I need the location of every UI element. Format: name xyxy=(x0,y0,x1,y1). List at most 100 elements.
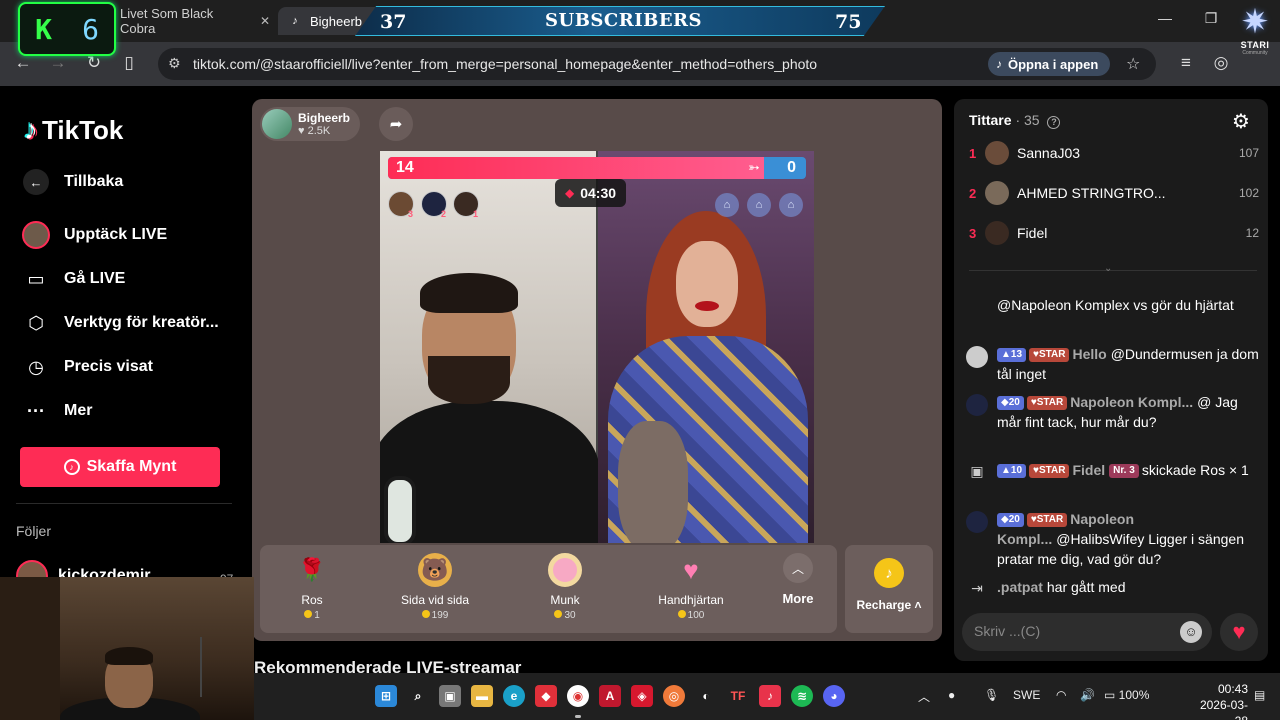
clock-date: 2026-03-28 xyxy=(1199,698,1248,720)
gift-price-value: 30 xyxy=(564,610,576,621)
search-icon[interactable]: ⌕ xyxy=(407,685,429,707)
info-icon[interactable]: ? xyxy=(1047,116,1061,129)
settings-gear-icon[interactable]: ⚙ xyxy=(1232,109,1250,134)
close-icon[interactable]: ✕ xyxy=(260,14,270,28)
bookmark-star-icon[interactable]: ☆ xyxy=(1126,54,1140,74)
divider xyxy=(16,503,232,504)
discord-icon[interactable]: ◕ xyxy=(823,685,845,707)
wifi-icon[interactable]: ◠ xyxy=(1056,688,1066,702)
back-link[interactable]: ← Tillbaka xyxy=(22,168,123,196)
notification-icon[interactable]: ▤ xyxy=(1254,688,1265,702)
file-explorer-icon[interactable]: ▬ xyxy=(471,685,493,707)
forward-arrow-icon[interactable]: → xyxy=(47,53,69,73)
share-button[interactable]: ➦ xyxy=(379,107,413,141)
rank-badge: Nr. 3 xyxy=(1109,464,1139,478)
recharge-text: Recharge xyxy=(856,598,912,612)
app-orange-icon[interactable]: ◎ xyxy=(663,685,685,707)
score-left-fill xyxy=(388,157,765,179)
chat-message-gift: ▣ ▲10 ♥STAR Fidel Nr. 3 skickade Ros × 1 xyxy=(964,460,1260,480)
address-bar[interactable]: ⚙ tiktok.com/@staarofficiell/live?enter_… xyxy=(158,48,1156,80)
shield-icon[interactable]: ◈ xyxy=(631,685,653,707)
tiktok-icon[interactable]: ♪ xyxy=(759,685,781,707)
chat-input-field[interactable]: ☺ xyxy=(962,613,1212,651)
back-arrow-icon[interactable]: ← xyxy=(12,53,34,73)
sidebar-item-more[interactable]: ··· Mer xyxy=(22,397,92,425)
more-label: More xyxy=(782,591,814,606)
language-indicator[interactable]: SWE xyxy=(1013,688,1040,702)
gift-icon: ▣ xyxy=(970,463,984,479)
message-user[interactable]: .patpat xyxy=(997,579,1043,595)
adobe-icon[interactable]: A xyxy=(599,685,621,707)
k-letter: K xyxy=(35,12,52,46)
recharge-button[interactable]: ♪ Recharge ˄ xyxy=(845,545,933,633)
gift-price: 100 xyxy=(636,610,746,621)
message-user[interactable]: Hello xyxy=(1072,346,1106,362)
like-heart-button[interactable]: ♥ xyxy=(1220,613,1258,651)
obs-icon[interactable]: ◐ xyxy=(695,685,717,707)
chevron-down-icon[interactable]: ⌄ xyxy=(1104,263,1112,274)
viewers-header: Tittare · 35 ? xyxy=(969,112,1061,129)
spotify-icon[interactable]: ≋ xyxy=(791,685,813,707)
sidebar-item-go-live[interactable]: ▭ Gå LIVE xyxy=(22,265,125,293)
chat-input[interactable] xyxy=(974,623,1174,639)
avatar xyxy=(985,141,1009,165)
seat-icon[interactable]: ⌂ xyxy=(747,193,771,217)
volume-icon[interactable]: 🔊 xyxy=(1080,688,1095,702)
microphone-icon[interactable]: 🎙 xyxy=(984,688,999,702)
tab-livet-som-black-cobra[interactable]: Livet Som Black Cobra ✕ xyxy=(110,6,270,36)
seat-icon[interactable]: ⌂ xyxy=(715,193,739,217)
tray-app-icon[interactable]: ● xyxy=(948,688,955,702)
split-view-icon[interactable]: ▯ xyxy=(118,53,140,73)
chevron-up-icon[interactable]: ︿ xyxy=(918,688,930,705)
emoji-icon[interactable]: ☺ xyxy=(1180,621,1202,643)
gift-side-by-side[interactable]: 🐻 Sida vid sida 199 xyxy=(380,553,490,621)
avatar xyxy=(966,511,988,533)
gift-rose[interactable]: 🌹 Ros 1 xyxy=(257,553,367,621)
tiktok-logo[interactable]: ♪ TikTok xyxy=(24,114,123,146)
top-viewer[interactable]: 3 Fidel 12 xyxy=(969,220,1259,246)
profile-icon[interactable]: ◎ xyxy=(1210,53,1232,73)
system-clock[interactable]: 00:43 2026-03-28 xyxy=(1198,681,1248,720)
level-badge: ◆20 xyxy=(997,513,1024,527)
windows-start-icon[interactable]: ⊞ xyxy=(375,685,397,707)
viewer-rank: 2 xyxy=(969,185,977,201)
gift-hand-hearts[interactable]: ♥ Handhjärtan 100 xyxy=(636,553,746,622)
maximize-icon[interactable]: ❐ xyxy=(1188,10,1234,27)
task-view-icon[interactable]: ▣ xyxy=(439,685,461,707)
logo-text: STARI xyxy=(1240,40,1270,50)
app-red-icon[interactable]: ◆ xyxy=(535,685,557,707)
opponent-face xyxy=(676,241,738,327)
reload-icon[interactable]: ↻ xyxy=(83,53,105,73)
side-by-side-icon: 🐻 xyxy=(418,553,452,587)
media-icon[interactable]: ≡ xyxy=(1175,53,1197,73)
tf-icon[interactable]: TF xyxy=(727,685,749,707)
gift-price: 199 xyxy=(380,610,490,621)
sidebar-item-creator-tools[interactable]: ⬡ Verktyg för kreatör... xyxy=(22,309,219,337)
sidebar-item-recently-viewed[interactable]: ◷ Precis visat xyxy=(22,353,153,381)
edge-icon[interactable]: e xyxy=(503,685,525,707)
more-gifts-button[interactable]: ︿ More xyxy=(775,553,821,606)
get-coins-button[interactable]: ♪ Skaffa Mynt xyxy=(20,447,220,487)
gift-donut[interactable]: Munk 30 xyxy=(510,553,620,621)
live-stream-card: Bigheerb ♥ 2.5K ➦ ➳ 14 0 ◆ 04:30 3 2 1 ⌂… xyxy=(252,99,942,641)
join-icon: ⇥ xyxy=(971,580,983,596)
chrome-icon[interactable]: ◉ xyxy=(567,685,589,707)
star-icon: ✷ xyxy=(1240,3,1270,41)
coin-icon xyxy=(554,610,563,618)
top-viewer[interactable]: 1 SannaJ03 107 xyxy=(969,140,1259,166)
gift-name: Handhjärtan xyxy=(658,593,724,607)
message-user[interactable]: Napoleon Kompl... xyxy=(1070,394,1193,410)
minimize-icon[interactable]: — xyxy=(1142,10,1188,26)
viewer-rank: 3 xyxy=(969,225,977,241)
seat-icon[interactable]: ⌂ xyxy=(779,193,803,217)
host-info[interactable]: Bigheerb ♥ 2.5K xyxy=(260,107,361,141)
stari-logo: ✷ STARI Community xyxy=(1230,4,1280,68)
battle-video[interactable]: ➳ 14 0 ◆ 04:30 3 2 1 ⌂ ⌂ ⌂ xyxy=(380,151,814,543)
site-info-icon[interactable]: ⚙ xyxy=(168,55,181,72)
battery-indicator[interactable]: ▭ 100% xyxy=(1104,688,1149,702)
top-viewer[interactable]: 2 AHMED STRINGTRO... 102 xyxy=(969,180,1259,206)
sidebar-item-discover-live[interactable]: Upptäck LIVE xyxy=(22,221,167,249)
open-in-app-button[interactable]: ♪ Öppna i appen xyxy=(988,52,1111,76)
battle-timer: ◆ 04:30 xyxy=(555,179,627,207)
message-user[interactable]: Fidel xyxy=(1072,462,1105,478)
